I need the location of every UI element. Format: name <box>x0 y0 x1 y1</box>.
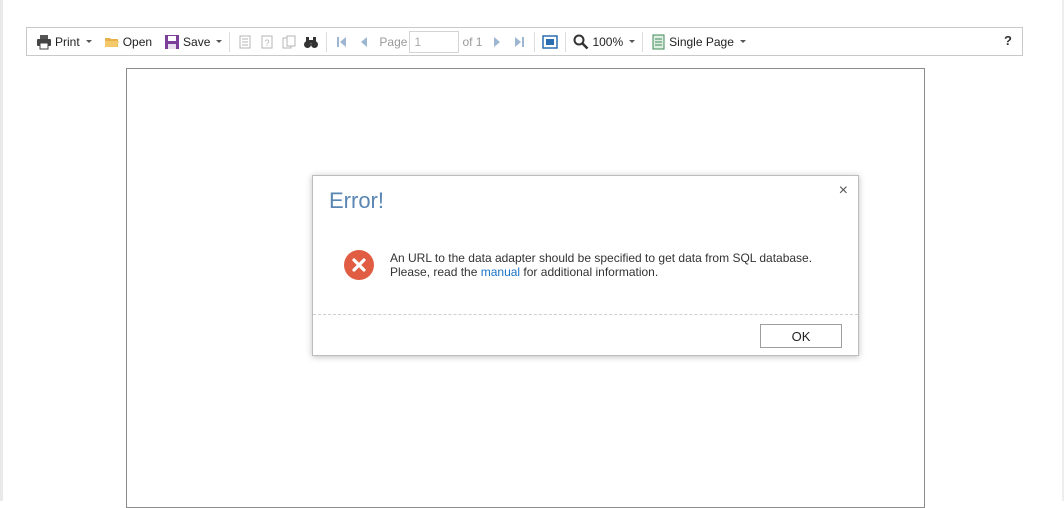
help-button[interactable]: ? <box>1004 33 1012 48</box>
save-button[interactable]: Save <box>161 31 225 53</box>
find-binoculars-icon[interactable] <box>300 31 322 53</box>
manual-link[interactable]: manual <box>481 265 520 279</box>
error-icon <box>344 250 374 280</box>
viewer-toolbar: Print Open Save ? Page of 1 <box>26 27 1023 56</box>
print-label: Print <box>55 34 80 49</box>
zoom-button[interactable]: 100% <box>570 31 638 53</box>
page-label: Page <box>379 34 408 49</box>
print-button[interactable]: Print <box>33 31 95 53</box>
error-message-prefix: Please, read the <box>390 265 481 279</box>
previous-page-icon[interactable] <box>353 31 375 53</box>
toolbar-divider <box>565 31 567 52</box>
zoom-label: 100% <box>592 34 624 49</box>
chevron-down-icon <box>739 40 746 43</box>
error-message-suffix: for additional information. <box>520 265 659 279</box>
toolbar-divider <box>229 31 231 52</box>
chevron-down-icon <box>216 40 223 43</box>
toolbar-divider <box>642 31 644 52</box>
error-message: An URL to the data adapter should be spe… <box>390 251 812 279</box>
ok-button[interactable]: OK <box>760 324 842 348</box>
view-mode-button[interactable]: Single Page <box>647 31 749 53</box>
save-label: Save <box>183 34 211 49</box>
dialog-title: Error! <box>329 188 384 213</box>
last-page-icon[interactable] <box>508 31 530 53</box>
dialog-divider <box>313 314 858 315</box>
svg-text:?: ? <box>265 38 270 48</box>
next-page-icon[interactable] <box>486 31 508 53</box>
left-edge <box>0 0 3 501</box>
error-message-line-2: Please, read the manual for additional i… <box>390 265 812 279</box>
folder-icon <box>104 34 120 50</box>
chevron-down-icon <box>85 40 92 43</box>
parameters-icon[interactable]: ? <box>256 31 278 53</box>
magnifier-icon <box>573 34 589 50</box>
bookmarks-icon[interactable] <box>234 31 256 53</box>
close-icon[interactable]: × <box>839 182 848 200</box>
error-dialog: Error! × An URL to the data adapter shou… <box>312 175 859 356</box>
fullscreen-icon[interactable] <box>539 31 561 53</box>
floppy-disk-icon <box>164 34 180 50</box>
chevron-down-icon <box>629 40 636 43</box>
printer-icon <box>36 34 52 50</box>
first-page-icon[interactable] <box>331 31 353 53</box>
resources-icon[interactable] <box>278 31 300 53</box>
toolbar-divider <box>326 31 328 52</box>
view-mode-label: Single Page <box>669 34 734 49</box>
single-page-icon <box>650 34 666 50</box>
open-button[interactable]: Open <box>101 31 155 53</box>
page-number-input[interactable] <box>409 30 460 53</box>
open-label: Open <box>122 34 153 49</box>
page-count-label: of 1 <box>462 34 483 49</box>
error-message-line-1: An URL to the data adapter should be spe… <box>390 251 813 265</box>
toolbar-divider <box>534 31 536 52</box>
